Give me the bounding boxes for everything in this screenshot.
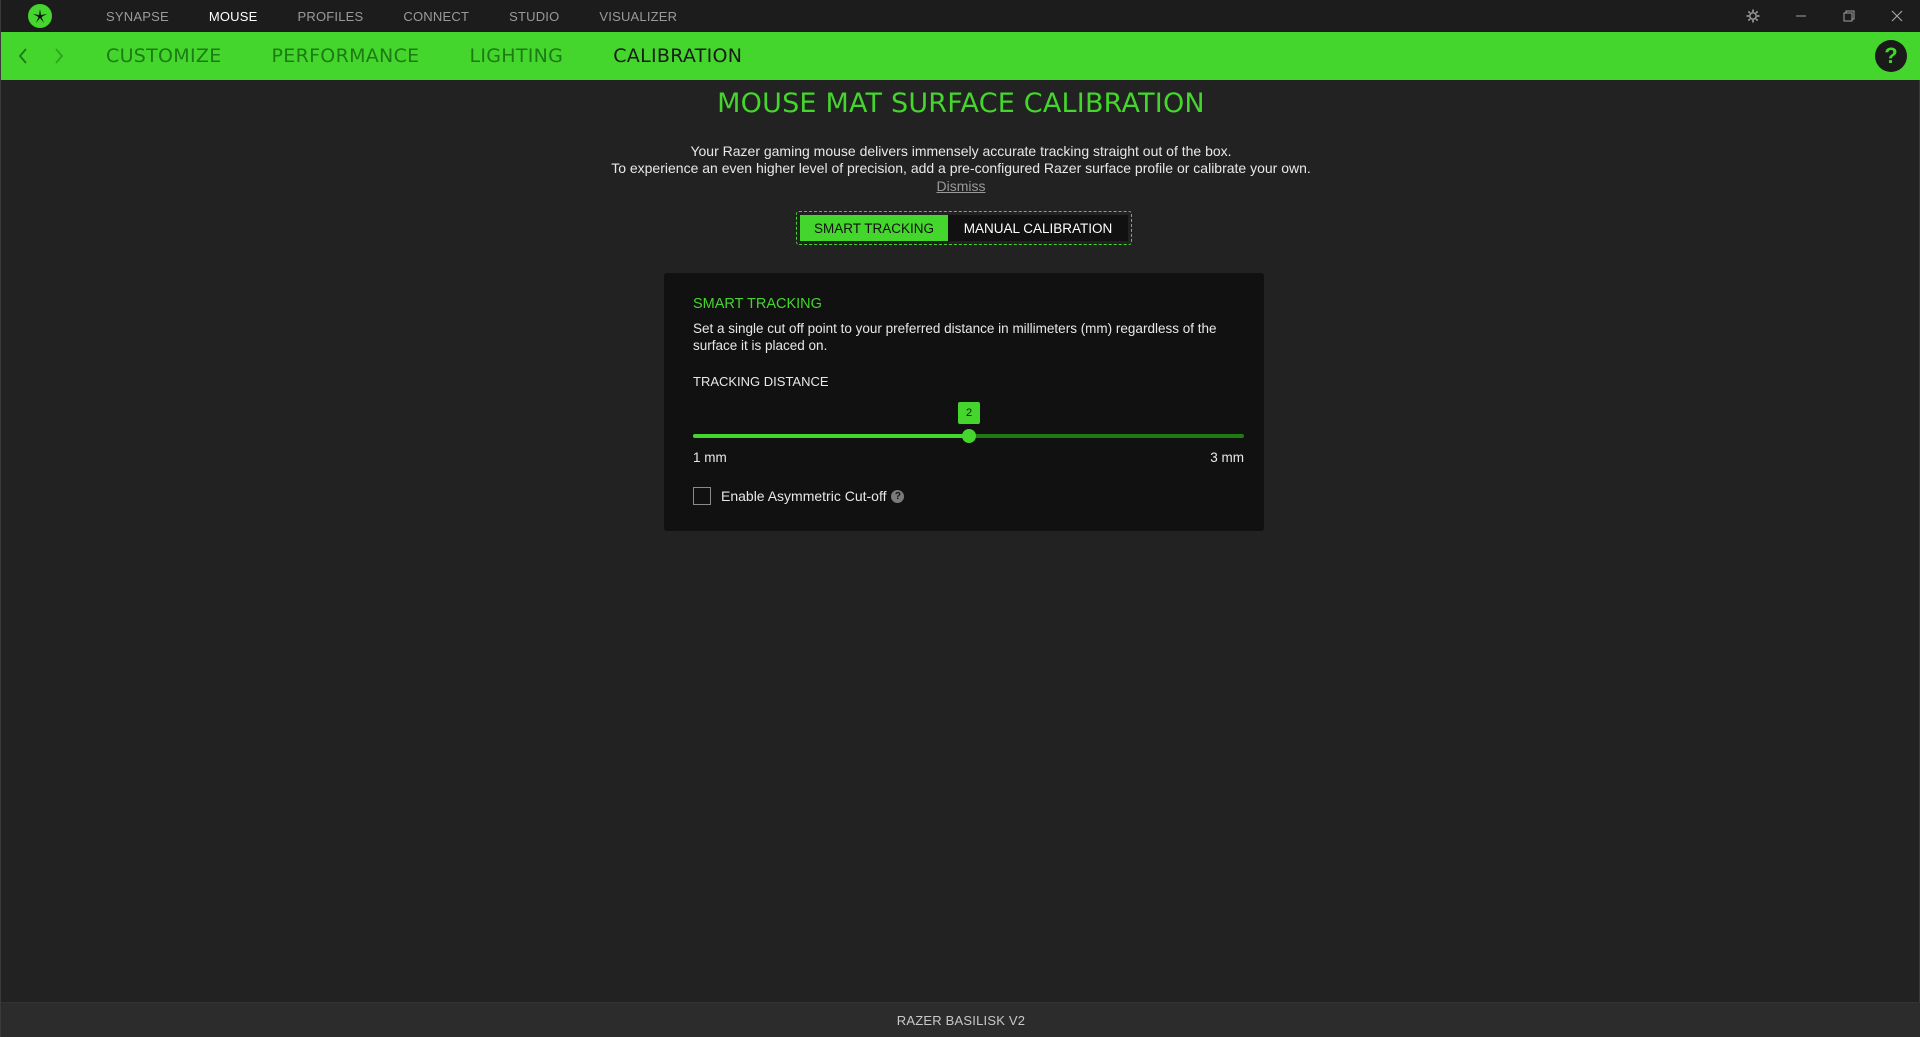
restore-icon[interactable] bbox=[1825, 0, 1873, 32]
top-nav-visualizer[interactable]: VISUALIZER bbox=[599, 9, 677, 24]
tracking-distance-slider[interactable]: 2 bbox=[693, 401, 1244, 461]
slider-value-bubble: 2 bbox=[958, 402, 980, 424]
razer-logo-icon[interactable] bbox=[28, 4, 52, 28]
minimize-icon[interactable] bbox=[1777, 0, 1825, 32]
dismiss-link[interactable]: Dismiss bbox=[937, 178, 986, 194]
slider-fill bbox=[693, 434, 969, 438]
forward-arrow-icon[interactable] bbox=[49, 46, 69, 66]
intro-line-2: To experience an even higher level of pr… bbox=[611, 160, 1311, 176]
tab-calibration[interactable]: CALIBRATION bbox=[613, 45, 742, 67]
help-icon[interactable]: ? bbox=[1875, 40, 1907, 72]
dismiss-row: Dismiss bbox=[1, 178, 1920, 194]
panel-title: SMART TRACKING bbox=[693, 296, 822, 312]
tracking-distance-label: TRACKING DISTANCE bbox=[693, 374, 829, 389]
window-controls bbox=[1729, 0, 1920, 32]
intro-text: Your Razer gaming mouse delivers immense… bbox=[1, 143, 1920, 177]
top-nav: SYNAPSE MOUSE PROFILES CONNECT STUDIO VI… bbox=[106, 0, 717, 32]
settings-gear-icon[interactable] bbox=[1729, 0, 1777, 32]
top-nav-mouse[interactable]: MOUSE bbox=[209, 9, 258, 24]
calibration-mode-toggle: SMART TRACKING MANUAL CALIBRATION bbox=[796, 211, 1132, 245]
smart-tracking-button[interactable]: SMART TRACKING bbox=[800, 215, 948, 241]
top-nav-studio[interactable]: STUDIO bbox=[509, 9, 559, 24]
intro-line-1: Your Razer gaming mouse delivers immense… bbox=[690, 143, 1232, 159]
device-footer: RAZER BASILISK V2 bbox=[1, 1002, 1920, 1037]
manual-calibration-button[interactable]: MANUAL CALIBRATION bbox=[948, 215, 1128, 241]
tab-lighting[interactable]: LIGHTING bbox=[469, 45, 563, 67]
top-nav-profiles[interactable]: PROFILES bbox=[298, 9, 364, 24]
slider-max-label: 3 mm bbox=[1210, 450, 1244, 465]
info-icon[interactable]: ? bbox=[891, 489, 905, 503]
slider-handle[interactable] bbox=[962, 429, 976, 443]
close-icon[interactable] bbox=[1873, 0, 1920, 32]
slider-min-label: 1 mm bbox=[693, 450, 727, 465]
sub-nav-bar: CUSTOMIZE PERFORMANCE LIGHTING CALIBRATI… bbox=[1, 32, 1920, 80]
sub-nav-tabs: CUSTOMIZE PERFORMANCE LIGHTING CALIBRATI… bbox=[106, 32, 792, 80]
smart-tracking-panel: SMART TRACKING Set a single cut off poin… bbox=[664, 273, 1264, 531]
asymmetric-cutoff-checkbox[interactable] bbox=[693, 487, 711, 505]
top-nav-connect[interactable]: CONNECT bbox=[403, 9, 469, 24]
page-title: MOUSE MAT SURFACE CALIBRATION bbox=[717, 88, 1205, 119]
top-nav-synapse[interactable]: SYNAPSE bbox=[106, 9, 169, 24]
device-name: RAZER BASILISK V2 bbox=[896, 1012, 1026, 1028]
asymmetric-cutoff-row[interactable]: Enable Asymmetric Cut-off ? bbox=[693, 487, 905, 505]
title-bar: SYNAPSE MOUSE PROFILES CONNECT STUDIO VI… bbox=[1, 0, 1920, 32]
panel-description: Set a single cut off point to your prefe… bbox=[693, 321, 1217, 353]
tab-customize[interactable]: CUSTOMIZE bbox=[106, 45, 222, 67]
tab-performance[interactable]: PERFORMANCE bbox=[272, 45, 420, 67]
asymmetric-cutoff-label[interactable]: Enable Asymmetric Cut-off bbox=[721, 488, 886, 504]
back-arrow-icon[interactable] bbox=[13, 46, 33, 66]
